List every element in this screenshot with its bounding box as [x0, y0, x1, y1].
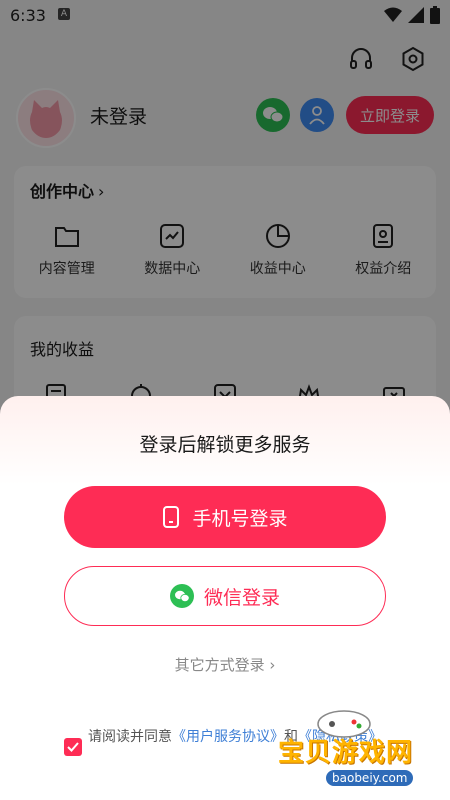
phone-login-label: 手机号登录: [192, 507, 288, 530]
check-icon: [67, 742, 79, 752]
watermark-text: 宝贝游戏网: [278, 738, 414, 768]
user-agreement-link[interactable]: 《用户服务协议》: [172, 729, 284, 745]
wechat-login-label: 微信登录: [203, 586, 280, 609]
wechat-icon: [169, 584, 194, 608]
other-login-link[interactable]: 其它方式登录 ›: [0, 654, 450, 675]
wechat-login-button[interactable]: 微信登录: [64, 566, 386, 626]
sheet-title: 登录后解锁更多服务: [139, 434, 311, 456]
phone-login-button[interactable]: 手机号登录: [64, 486, 386, 548]
agreement-prefix: 请阅读并同意: [88, 729, 172, 745]
site-watermark: 宝贝游戏网 baobeiy.com: [270, 702, 440, 797]
agreement-checkbox[interactable]: [64, 738, 82, 756]
phone-icon: [163, 506, 180, 528]
watermark-domain: baobeiy.com: [326, 770, 414, 786]
